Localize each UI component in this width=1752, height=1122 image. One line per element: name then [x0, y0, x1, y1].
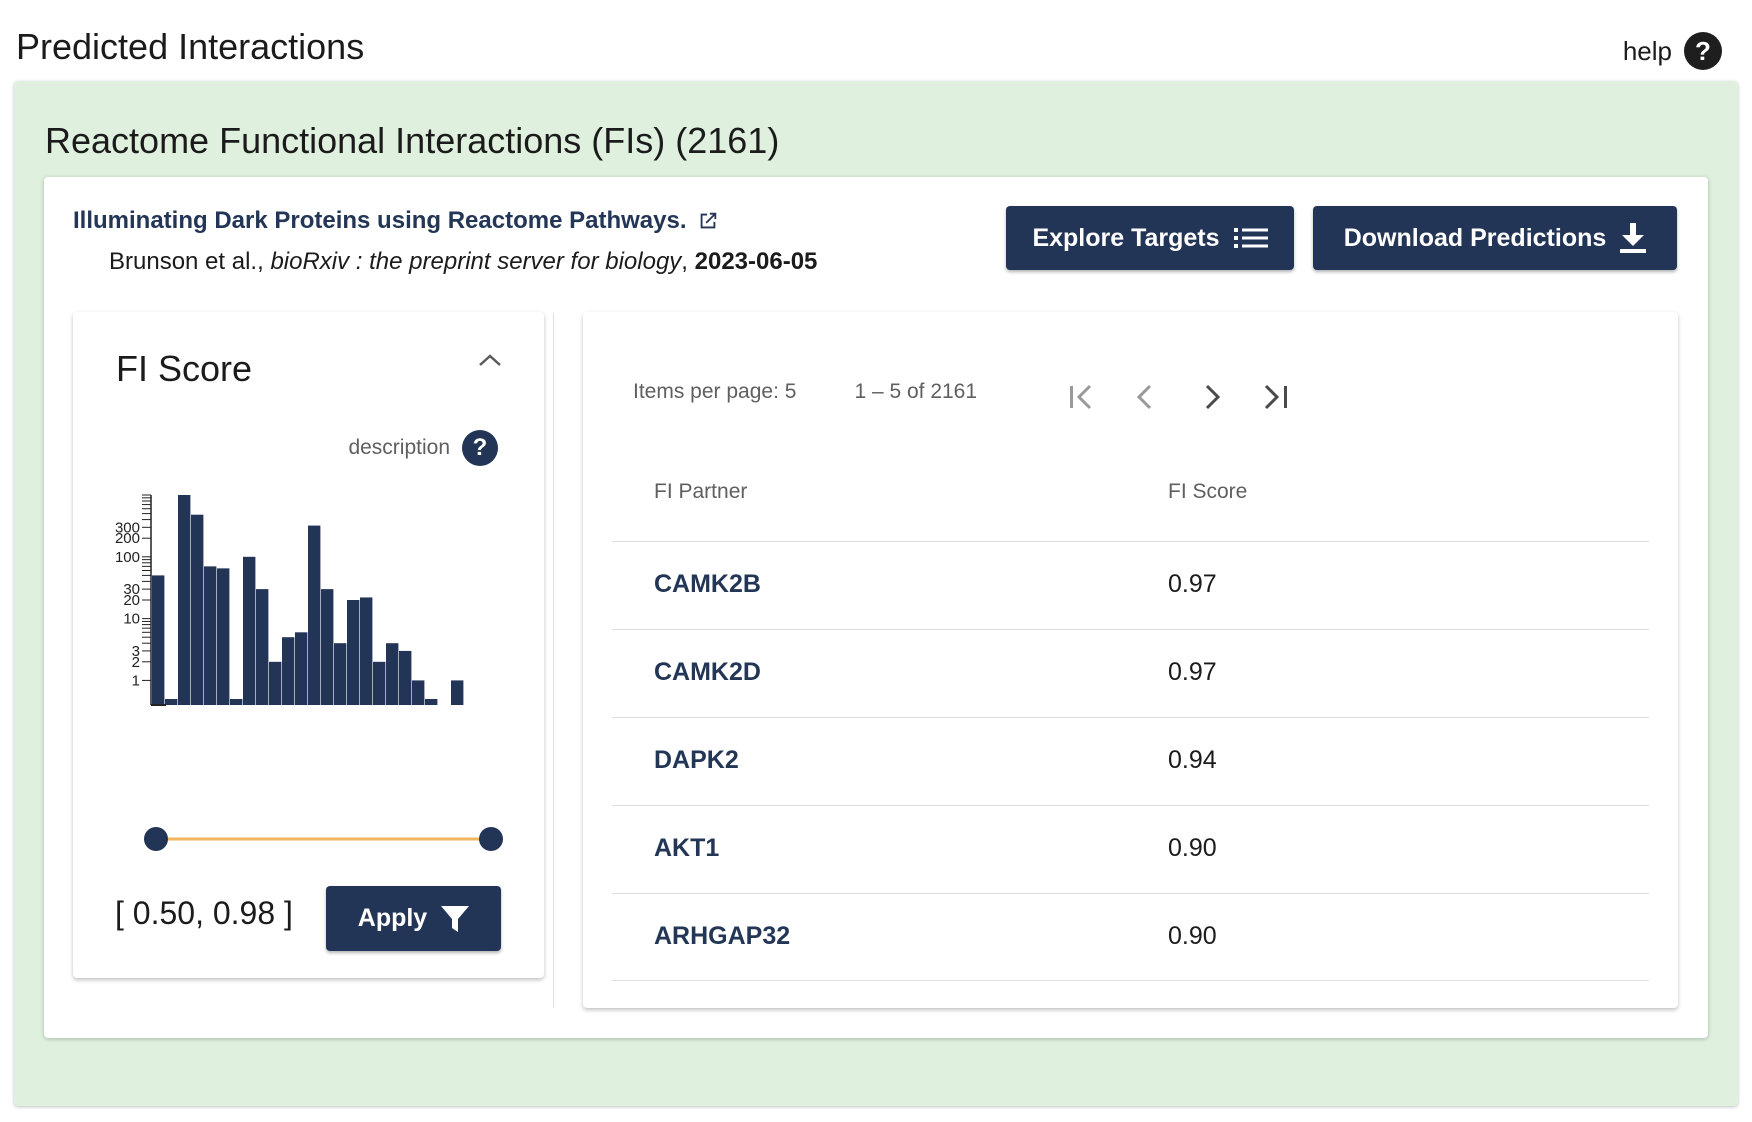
section-title: Reactome Functional Interactions (FIs) (…	[45, 120, 780, 161]
y-tick-label: 10	[123, 611, 140, 628]
filter-icon	[441, 905, 470, 932]
publication-journal: bioRxiv : the preprint server for biolog…	[270, 248, 682, 275]
apply-filter-button[interactable]: Apply	[326, 886, 501, 951]
partner-link[interactable]: CAMK2D	[654, 658, 761, 687]
histogram-bar	[204, 566, 217, 705]
y-tick-label: 100	[115, 549, 140, 566]
first-page-icon[interactable]	[1064, 380, 1098, 414]
column-header-fi-score[interactable]: FI Score	[1168, 480, 1247, 504]
publication-date: 2023-06-05	[694, 248, 818, 275]
table-row: ARHGAP32 0.90	[612, 893, 1649, 981]
last-page-icon[interactable]	[1259, 380, 1293, 414]
score-cell: 0.90	[1168, 834, 1217, 862]
publication-authors: Brunson et al.,	[109, 248, 271, 275]
histogram-bar	[191, 514, 204, 705]
histogram-bar	[243, 556, 256, 705]
explore-targets-label: Explore Targets	[1032, 223, 1220, 252]
table-row: CAMK2B 0.97	[612, 541, 1649, 629]
score-cell: 0.97	[1168, 658, 1217, 686]
histogram-bar	[334, 643, 347, 705]
download-icon	[1620, 223, 1647, 253]
download-predictions-button[interactable]: Download Predictions	[1313, 206, 1677, 270]
histogram-bar	[386, 643, 399, 705]
table-row: AKT1 0.90	[612, 805, 1649, 893]
y-tick-label: 1	[132, 672, 140, 689]
histogram-bar	[282, 637, 295, 705]
table-row: CAMK2D 0.97	[612, 629, 1649, 717]
paginator: Items per page: 5 1 – 5 of 2161	[633, 380, 977, 404]
page-range-label: 1 – 5 of 2161	[854, 380, 978, 403]
histogram-bar	[321, 589, 334, 705]
partner-link[interactable]: CAMK2B	[654, 570, 761, 599]
histogram-bar	[152, 575, 165, 705]
y-tick-label: 300	[115, 519, 140, 536]
score-cell: 0.97	[1168, 570, 1217, 598]
histogram-bar	[373, 661, 386, 705]
partner-link[interactable]: ARHGAP32	[654, 922, 790, 951]
histogram-bar	[295, 632, 308, 705]
items-per-page-label: Items per page: 5	[633, 380, 797, 403]
fi-score-filter: FI Score description ? 1 2 3 10 20 30 100 200 30…	[73, 312, 544, 978]
publication-separator: ,	[681, 248, 695, 275]
list-icon	[1233, 228, 1268, 248]
histogram-bar	[360, 597, 373, 705]
range-label: [ 0.50, 0.98 ]	[115, 895, 293, 931]
next-page-icon[interactable]	[1194, 380, 1228, 414]
previous-page-icon[interactable]	[1129, 380, 1163, 414]
y-tick-label: 30	[123, 581, 140, 598]
external-link-icon[interactable]	[697, 210, 719, 232]
histogram-bar	[165, 699, 178, 705]
table-row: DAPK2 0.94	[612, 717, 1649, 805]
fi-score-histogram: 123102030100200300	[115, 494, 503, 851]
fi-partner-table: Items per page: 5 1 – 5 of 2161 FI Partn…	[583, 312, 1678, 1008]
histogram-bar	[217, 568, 230, 705]
histogram-bar	[412, 680, 425, 705]
help-control[interactable]: help ?	[1623, 32, 1722, 70]
help-icon[interactable]: ?	[1684, 32, 1722, 70]
histogram-bar	[451, 680, 464, 705]
range-min-handle[interactable]	[144, 827, 168, 851]
histogram-bar	[269, 661, 282, 705]
range-max-handle[interactable]	[479, 827, 503, 851]
histogram-bar	[425, 699, 438, 705]
publication-link[interactable]: Illuminating Dark Proteins using Reactom…	[73, 207, 719, 235]
explore-targets-button[interactable]: Explore Targets	[1006, 206, 1294, 270]
apply-label: Apply	[357, 904, 428, 932]
partner-link[interactable]: AKT1	[654, 834, 719, 863]
help-label: help	[1622, 35, 1672, 66]
histogram-bar	[308, 525, 321, 705]
download-predictions-label: Download Predictions	[1343, 223, 1607, 252]
page-title: Predicted Interactions	[16, 26, 365, 67]
histogram-bar	[399, 650, 412, 705]
score-cell: 0.94	[1168, 746, 1217, 774]
partner-link[interactable]: DAPK2	[654, 746, 739, 775]
histogram-bar	[178, 495, 191, 705]
publication-title[interactable]: Illuminating Dark Proteins using Reactom…	[73, 207, 687, 235]
histogram-bar	[230, 699, 243, 705]
score-cell: 0.90	[1168, 922, 1217, 950]
histogram-bar	[256, 589, 269, 705]
column-header-fi-partner[interactable]: FI Partner	[654, 480, 747, 504]
y-tick-label: 3	[132, 643, 140, 660]
histogram-bar	[347, 600, 360, 705]
panel-divider	[553, 313, 554, 1008]
publication-citation: Brunson et al., bioRxiv : the preprint s…	[109, 248, 817, 276]
